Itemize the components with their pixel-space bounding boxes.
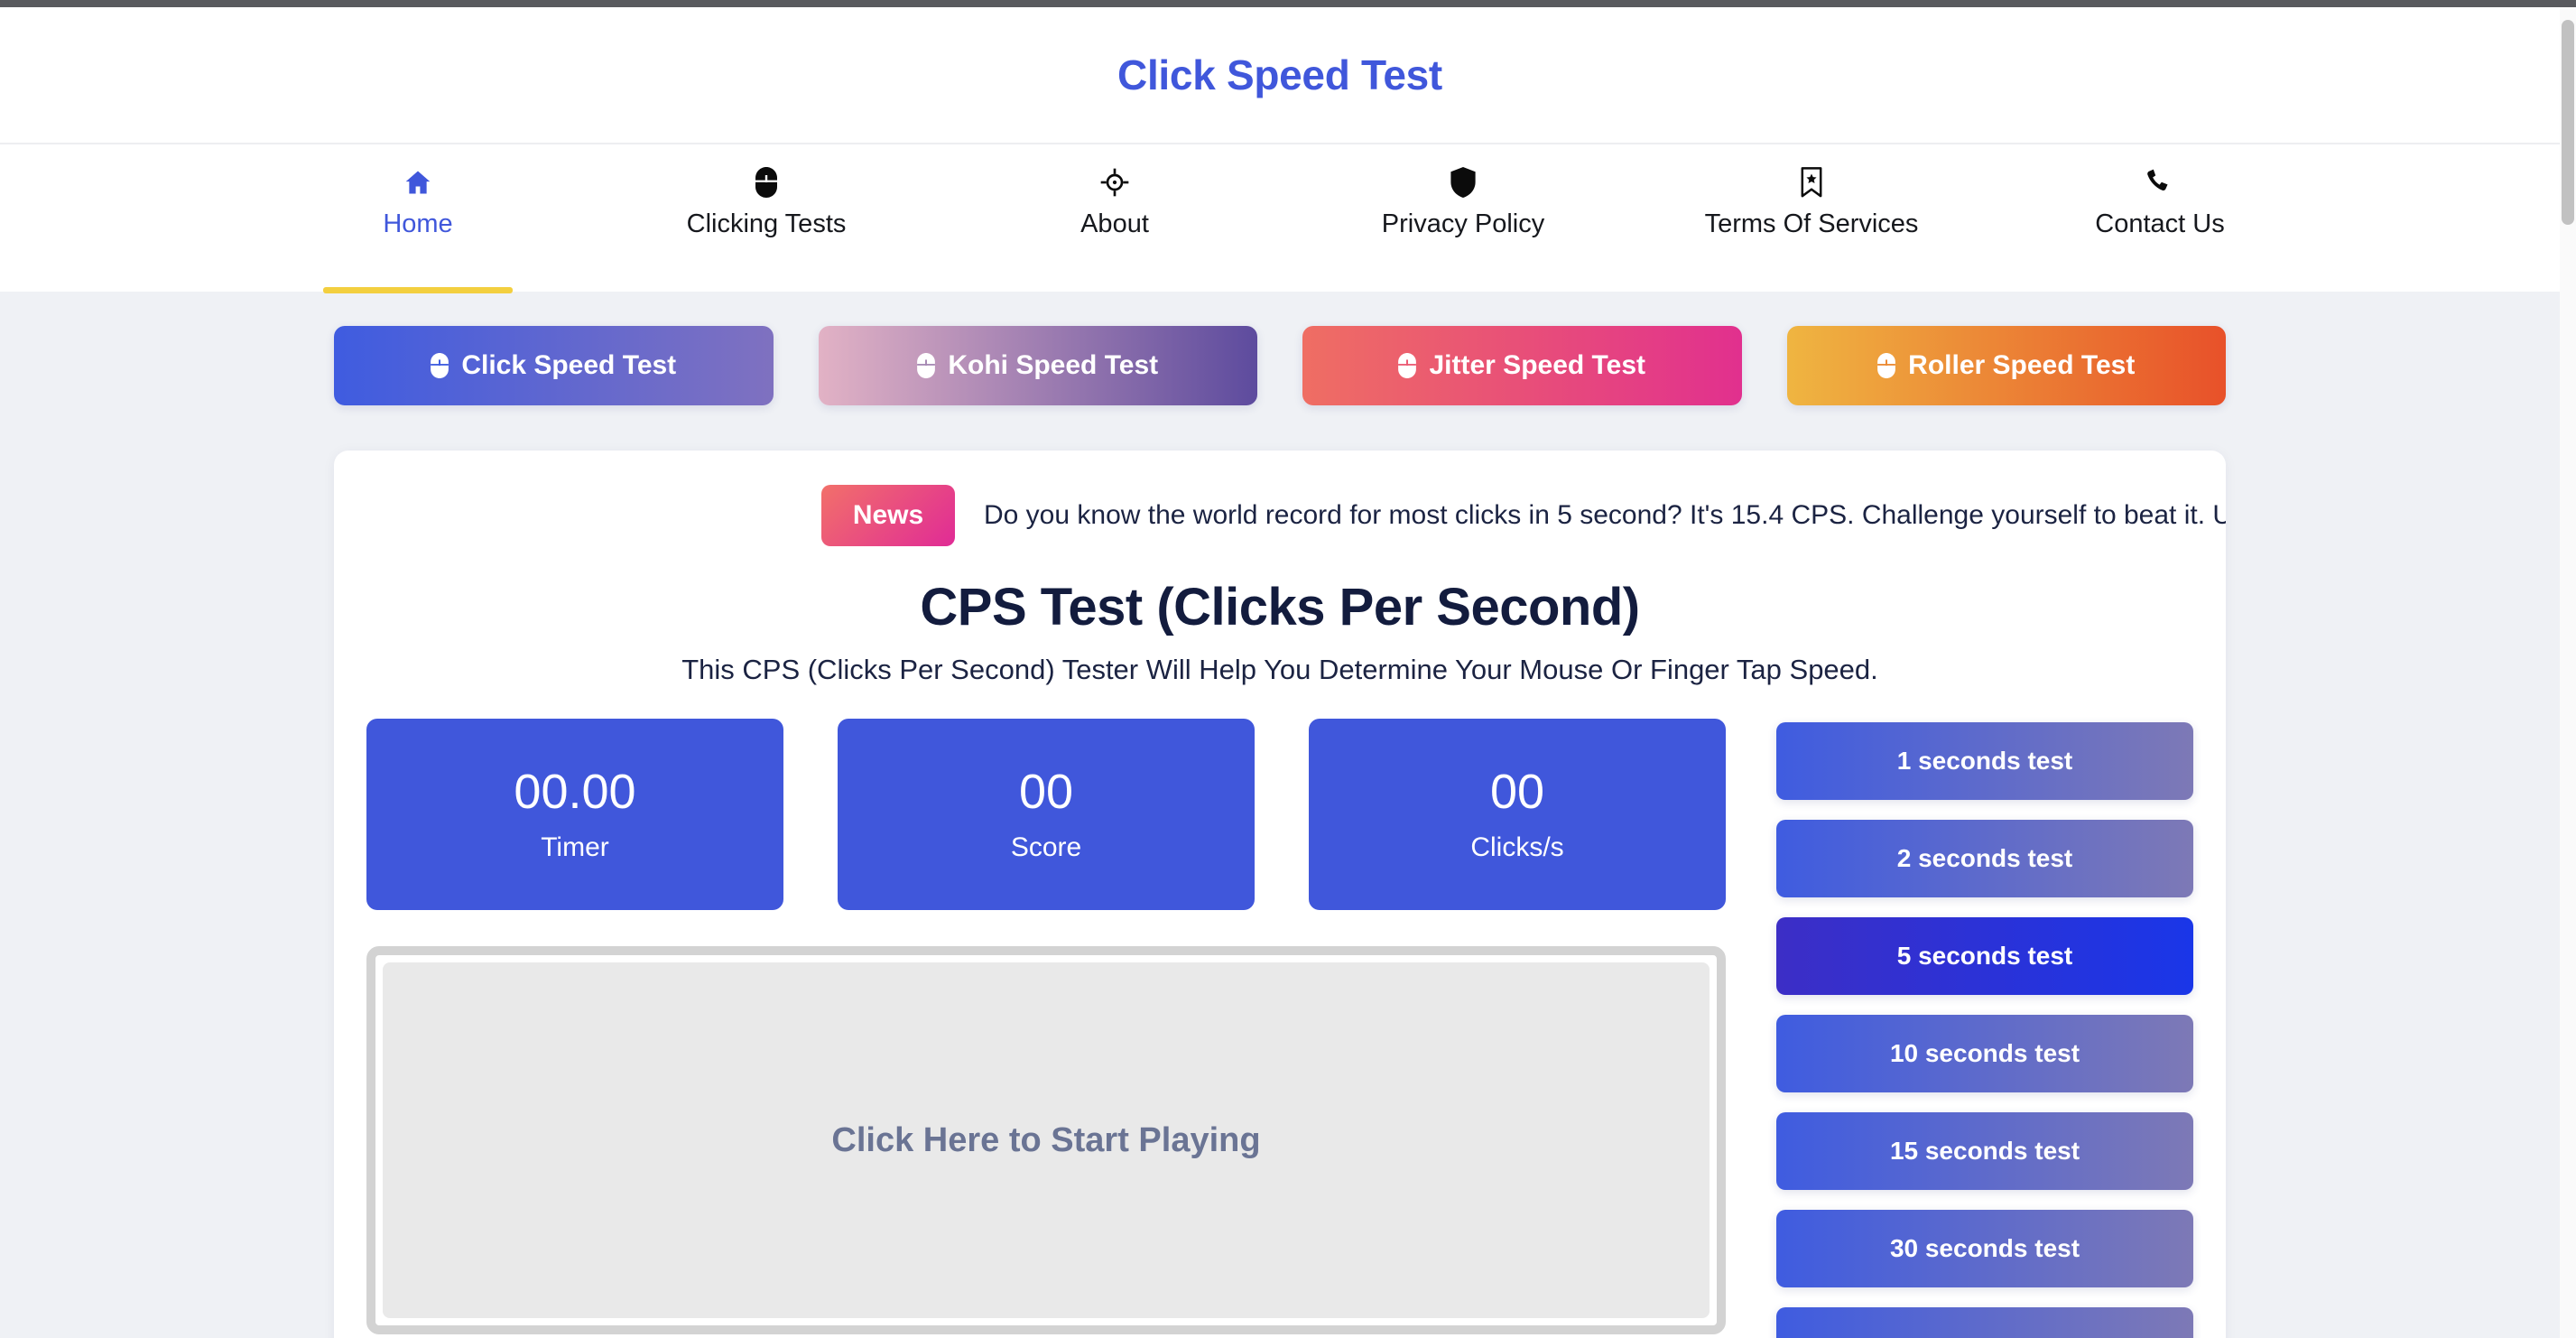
- click-area-frame: Click Here to Start Playing: [366, 946, 1726, 1334]
- mouse-icon: [1877, 353, 1896, 378]
- click-area-prompt: Click Here to Start Playing: [831, 1120, 1261, 1159]
- click-speed-test-label: Click Speed Test: [461, 350, 677, 380]
- roller-speed-test-label: Roller Speed Test: [1908, 350, 2136, 380]
- timer-label: Timer: [541, 832, 609, 862]
- click-speed-test-button[interactable]: Click Speed Test: [334, 326, 774, 405]
- duration-button-30s[interactable]: 30 seconds test: [1776, 1210, 2193, 1287]
- news-ticker: News Do you know the world record for mo…: [821, 485, 2226, 546]
- duration-label-10s: 10 seconds test: [1889, 1039, 2080, 1067]
- score-stat-box: 00 Score: [838, 719, 1255, 910]
- duration-button-15s[interactable]: 15 seconds test: [1776, 1112, 2193, 1190]
- page-subtitle: This CPS (Clicks Per Second) Tester Will…: [681, 654, 1878, 685]
- mouse-icon: [755, 164, 777, 200]
- nav-item-home[interactable]: Home: [244, 144, 592, 293]
- clicks-per-second-value: 00: [1489, 765, 1545, 820]
- site-title: Click Speed Test: [1117, 51, 1442, 98]
- crosshair-icon: [1100, 164, 1129, 200]
- duration-button-next[interactable]: [1776, 1307, 2193, 1338]
- clicks-per-second-label: Clicks/s: [1470, 832, 1564, 862]
- news-ticker-text: Do you know the world record for most cl…: [984, 500, 2226, 530]
- main-navigation: Home Clicking Tests About Privacy Policy: [0, 143, 2560, 293]
- shield-icon: [1450, 164, 1476, 200]
- nav-label-clicking-tests: Clicking Tests: [686, 209, 847, 238]
- jitter-speed-test-label: Jitter Speed Test: [1429, 350, 1646, 380]
- main-card: News Do you know the world record for mo…: [334, 451, 2226, 1338]
- duration-button-2s[interactable]: 2 seconds test: [1776, 820, 2193, 897]
- mouse-icon: [431, 353, 449, 378]
- home-icon: [403, 164, 433, 200]
- score-value: 00: [1018, 765, 1074, 820]
- duration-button-5s[interactable]: 5 seconds test: [1776, 917, 2193, 995]
- page-title: CPS Test (Clicks Per Second): [920, 578, 1640, 636]
- duration-button-list: 1 seconds test 2 seconds test 5 seconds …: [1776, 719, 2193, 1338]
- nav-label-contact-us: Contact Us: [2095, 209, 2225, 238]
- duration-label-2s: 2 seconds test: [1896, 844, 2073, 872]
- nav-label-home: Home: [383, 209, 453, 238]
- nav-item-privacy-policy[interactable]: Privacy Policy: [1289, 144, 1637, 293]
- page-scrollbar-track[interactable]: [2560, 7, 2576, 1338]
- nav-label-about: About: [1080, 209, 1149, 238]
- phone-icon: [2145, 164, 2174, 200]
- duration-label-30s: 30 seconds test: [1889, 1234, 2080, 1262]
- test-type-button-row: Click Speed Test Kohi Speed Test Jitter …: [0, 326, 2560, 405]
- nav-item-about[interactable]: About: [941, 144, 1289, 293]
- duration-button-1s[interactable]: 1 seconds test: [1776, 722, 2193, 800]
- duration-label-5s: 5 seconds test: [1896, 942, 2073, 970]
- news-badge: News: [821, 485, 955, 546]
- nav-label-privacy-policy: Privacy Policy: [1381, 209, 1545, 238]
- duration-button-10s[interactable]: 10 seconds test: [1776, 1015, 2193, 1092]
- nav-item-terms-of-services[interactable]: Terms Of Services: [1637, 144, 1986, 293]
- duration-label-15s: 15 seconds test: [1889, 1137, 2080, 1165]
- score-label: Score: [1010, 832, 1082, 862]
- stats-row: 00.00 Timer 00 Score 00 Clicks/s: [366, 719, 1726, 910]
- nav-item-clicking-tests[interactable]: Clicking Tests: [592, 144, 941, 293]
- test-body-grid: 00.00 Timer 00 Score 00 Clicks/s Click H…: [334, 719, 2226, 1338]
- page-viewport: Click Speed Test Home Clicking Tests Abo…: [0, 7, 2560, 1338]
- click-area[interactable]: Click Here to Start Playing: [383, 962, 1710, 1318]
- kohi-speed-test-button[interactable]: Kohi Speed Test: [818, 326, 1257, 405]
- nav-item-contact-us[interactable]: Contact Us: [1986, 144, 2334, 293]
- mouse-icon: [1398, 353, 1417, 378]
- nav-label-terms-of-services: Terms Of Services: [1704, 209, 1919, 238]
- mouse-icon: [917, 353, 936, 378]
- page-content: Click Speed Test Kohi Speed Test Jitter …: [0, 292, 2560, 1338]
- page-scrollbar-thumb[interactable]: [2562, 20, 2574, 225]
- timer-value: 00.00: [514, 765, 636, 820]
- browser-chrome-strip: [0, 0, 2576, 7]
- roller-speed-test-button[interactable]: Roller Speed Test: [1786, 326, 2226, 405]
- site-header: Click Speed Test: [0, 7, 2560, 143]
- kohi-speed-test-label: Kohi Speed Test: [948, 350, 1159, 380]
- bookmark-star-icon: [1800, 164, 1823, 200]
- jitter-speed-test-button[interactable]: Jitter Speed Test: [1302, 326, 1742, 405]
- duration-label-1s: 1 seconds test: [1896, 747, 2073, 775]
- nav-active-underline: [323, 287, 513, 293]
- clicks-per-second-stat-box: 00 Clicks/s: [1309, 719, 1726, 910]
- test-left-column: 00.00 Timer 00 Score 00 Clicks/s Click H…: [366, 719, 1726, 1338]
- timer-stat-box: 00.00 Timer: [366, 719, 783, 910]
